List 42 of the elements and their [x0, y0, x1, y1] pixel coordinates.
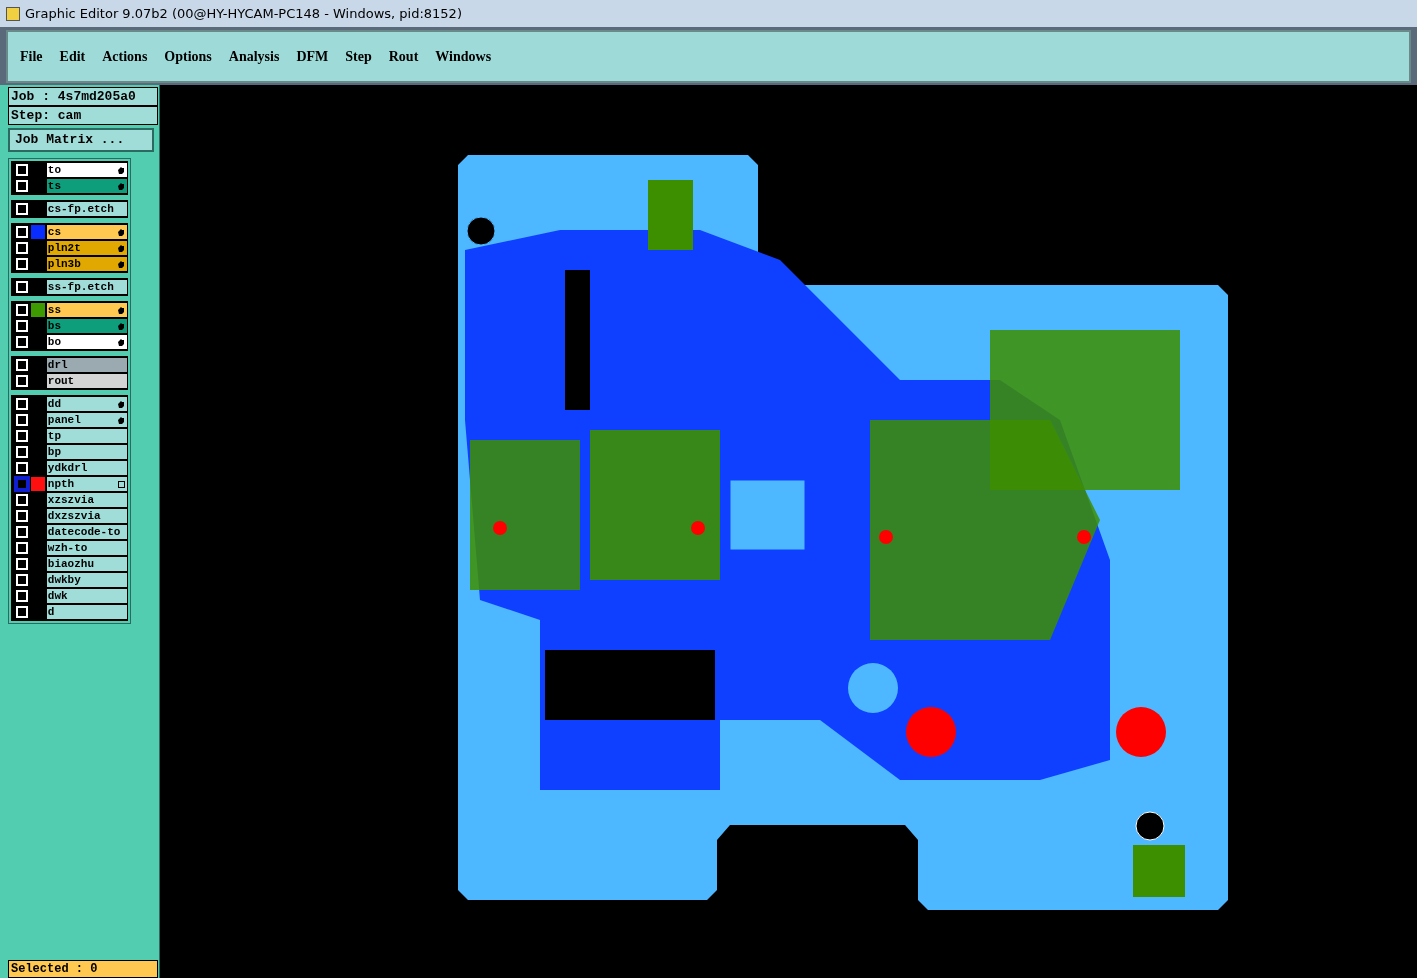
- app-icon: [6, 6, 20, 21]
- grid-box-icon: [118, 480, 125, 488]
- layer-name[interactable]: ss: [46, 303, 127, 317]
- layer-name[interactable]: pln3b: [46, 257, 127, 271]
- layer-name[interactable]: dwk: [46, 589, 127, 603]
- layer-name[interactable]: ydkdrl: [46, 461, 127, 475]
- menu-item[interactable]: DFM: [296, 46, 329, 67]
- layer-name[interactable]: cs-fp.etch: [46, 202, 127, 216]
- layer-name[interactable]: panel: [46, 413, 127, 427]
- layer-name[interactable]: bo: [46, 335, 127, 349]
- layer-name[interactable]: dwkby: [46, 573, 127, 587]
- layer-name[interactable]: wzh-to: [46, 541, 127, 555]
- menu-item[interactable]: File: [20, 46, 43, 67]
- layer-name[interactable]: rout: [46, 374, 127, 388]
- layer-name[interactable]: xzszvia: [46, 493, 127, 507]
- menu-item[interactable]: Windows: [435, 46, 492, 67]
- layer-name[interactable]: npth: [46, 477, 127, 491]
- layer-name[interactable]: dd: [46, 397, 127, 411]
- layer-name[interactable]: ss-fp.etch: [46, 280, 127, 294]
- menu-item[interactable]: Step: [345, 46, 372, 67]
- menu-item[interactable]: Actions: [102, 46, 148, 67]
- layer-name[interactable]: d: [46, 605, 127, 619]
- menu-item[interactable]: Rout: [388, 46, 419, 67]
- layer-name[interactable]: to: [46, 163, 127, 177]
- menu-item[interactable]: Edit: [59, 46, 86, 67]
- step-label: Step: cam: [8, 106, 158, 125]
- layer-name[interactable]: bs: [46, 319, 127, 333]
- layer-name[interactable]: drl: [46, 358, 127, 372]
- layer-name[interactable]: tp: [46, 429, 127, 443]
- layer-name[interactable]: biaozhu: [46, 557, 127, 571]
- menu-item[interactable]: Analysis: [228, 46, 280, 67]
- layer-name[interactable]: pln2t: [46, 241, 127, 255]
- job-matrix-button[interactable]: Job Matrix ...: [8, 128, 154, 152]
- menu-item[interactable]: Options: [164, 46, 212, 67]
- layer-name[interactable]: dxzszvia: [46, 509, 127, 523]
- window-title: Graphic Editor 9.07b2 (00@HY-HYCAM-PC148 - Windows, pid:8152): [25, 4, 462, 23]
- layer-name[interactable]: cs: [46, 225, 127, 239]
- layer-name[interactable]: bp: [46, 445, 127, 459]
- job-label: Job : 4s7md205a0: [8, 87, 158, 106]
- layer-name[interactable]: datecode-to: [46, 525, 127, 539]
- layer-name[interactable]: ts: [46, 179, 127, 193]
- selected-count: Selected : 0: [8, 960, 158, 978]
